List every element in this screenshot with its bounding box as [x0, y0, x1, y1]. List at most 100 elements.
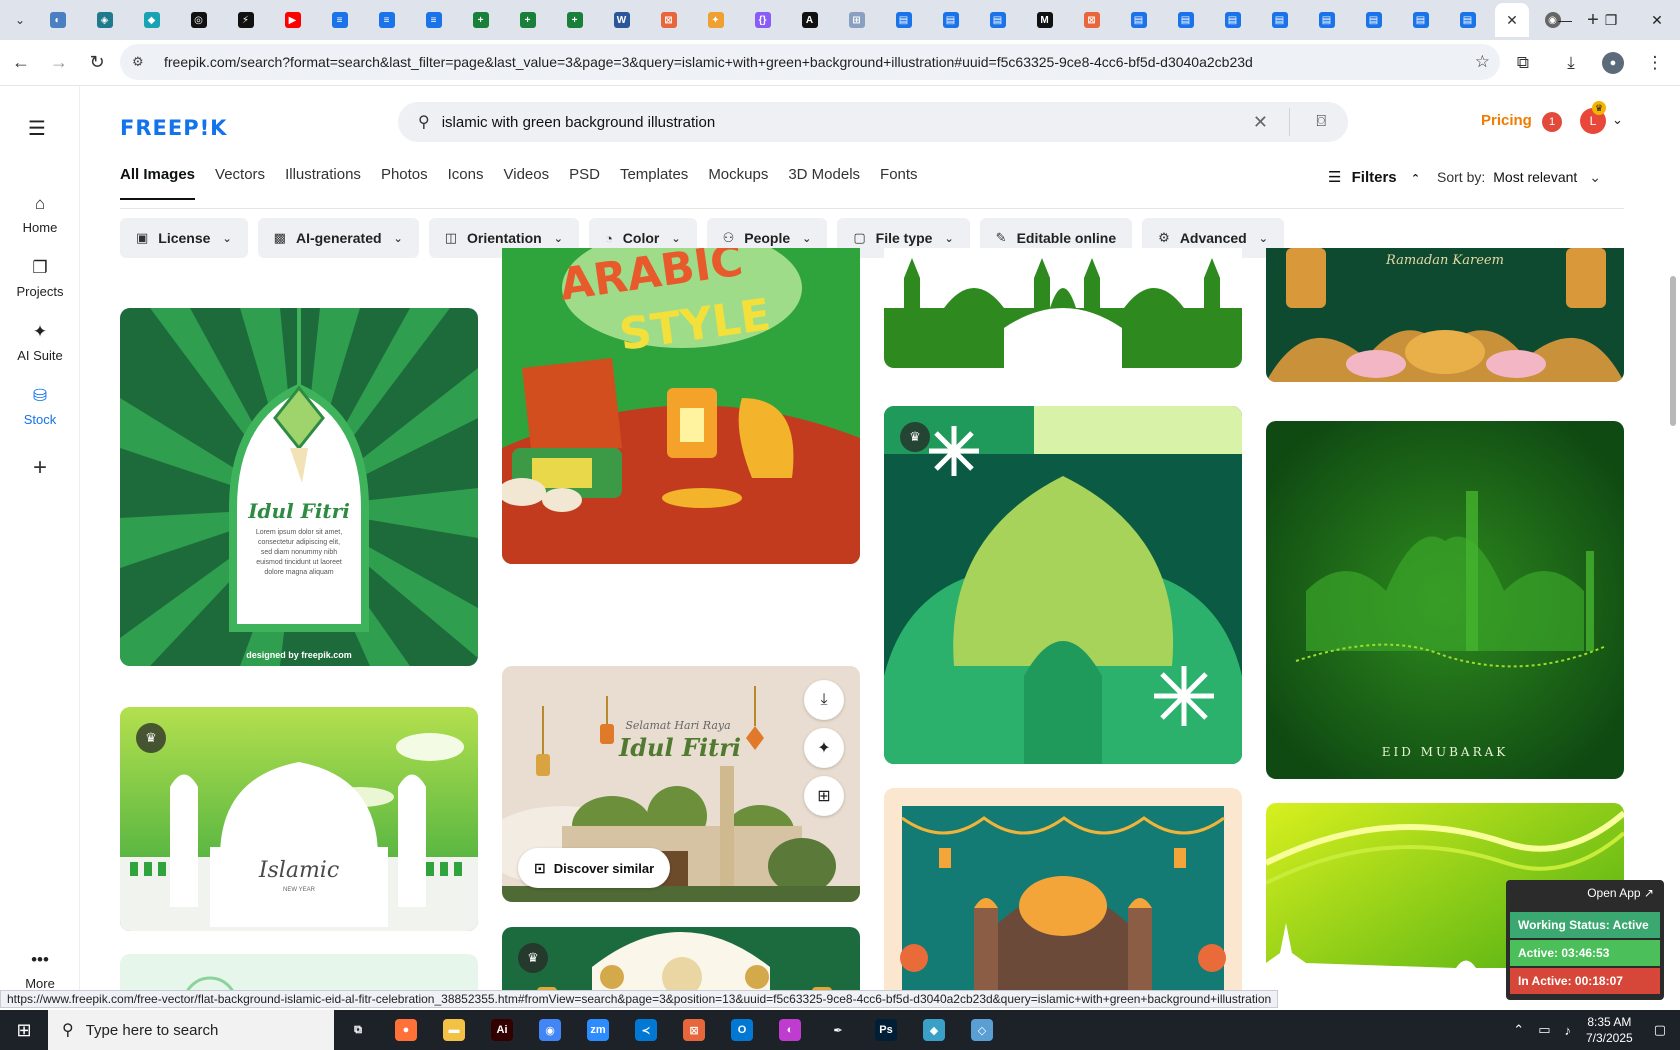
freepik-logo[interactable]: FREEP!K [120, 116, 227, 140]
tab-photos[interactable]: Photos [381, 166, 428, 200]
browser-tab[interactable]: ◈ [81, 3, 128, 37]
discover-similar-button[interactable]: ⊡ Discover similar [518, 848, 671, 888]
task-view-taskbar-button[interactable]: ⧉ [334, 1010, 382, 1050]
notification-icon[interactable]: ▢ [1654, 1022, 1666, 1038]
browser-tab[interactable]: ✦ [692, 3, 739, 37]
extensions-icon[interactable]: ⧉ [1506, 46, 1540, 80]
windows-start-icon[interactable]: ⊞ [0, 1010, 48, 1050]
image-card-mosque-silhouette[interactable] [884, 248, 1242, 368]
clock[interactable]: 8:35 AM 7/3/2025 [1586, 1014, 1633, 1046]
profile-avatar[interactable]: ● [1602, 52, 1624, 74]
browser-tab[interactable]: ◐ [34, 3, 81, 37]
browser-tab[interactable]: ▤ [974, 3, 1021, 37]
camera-icon[interactable]: ⌼ [1316, 113, 1326, 131]
browser-tab[interactable]: + [551, 3, 598, 37]
browser-tab[interactable]: ⊠ [1068, 3, 1115, 37]
minimize-button[interactable]: — [1542, 0, 1588, 40]
browser-tab[interactable]: W [598, 3, 645, 37]
browser-tab[interactable]: M [1021, 3, 1068, 37]
download-icon[interactable]: ⤓ [1554, 46, 1588, 80]
tab-vectors[interactable]: Vectors [215, 166, 265, 200]
chevron-down-icon[interactable]: ⌄ [1612, 112, 1623, 128]
browser-menu-icon[interactable]: ⋮ [1638, 46, 1672, 80]
photoshop-taskbar-button[interactable]: Ps [862, 1010, 910, 1050]
chevron-up-icon[interactable]: ⌃ [1513, 1022, 1524, 1038]
tab-illustrations[interactable]: Illustrations [285, 166, 361, 200]
image-card-eid-mubarak[interactable]: EID MUBARAK [1266, 421, 1624, 779]
image-card-idul-fitri-rays[interactable]: Idul Fitri Lorem ipsum dolor sit amet, c… [120, 308, 478, 666]
image-card-arabic-style[interactable]: ARABIC STYLE [502, 248, 860, 564]
open-app-link[interactable]: Open App ↗ [1587, 886, 1654, 900]
filter-license[interactable]: ▣ License ⌄ [120, 218, 248, 258]
browser-tab[interactable]: ≡ [363, 3, 410, 37]
page-scrollbar[interactable] [1668, 86, 1678, 1006]
browser-tab[interactable]: ▤ [1350, 3, 1397, 37]
tab-templates[interactable]: Templates [620, 166, 688, 200]
sort-dropdown[interactable]: Sort by: Most relevant ⌄ [1437, 169, 1601, 186]
bookmark-star-icon[interactable]: ☆ [1475, 52, 1490, 72]
outlook-taskbar-button[interactable]: O [718, 1010, 766, 1050]
browser-tab[interactable]: {} [739, 3, 786, 37]
app-taskbar-button[interactable]: ◇ [958, 1010, 1006, 1050]
sidebar-item-projects[interactable]: ❐ Projects [0, 258, 80, 299]
illustrator-taskbar-button[interactable]: Ai [478, 1010, 526, 1050]
site-info-icon[interactable]: ⚙ [132, 54, 154, 70]
tab-icons[interactable]: Icons [448, 166, 484, 200]
back-button[interactable]: ← [4, 46, 38, 80]
tab-mockups[interactable]: Mockups [708, 166, 768, 200]
image-card-islamic-new-year[interactable]: Islamic NEW YEAR ♛ [120, 707, 478, 931]
clear-search-icon[interactable]: ✕ [1253, 112, 1268, 133]
tab-search-button[interactable]: ⌄ [6, 6, 34, 34]
file-explorer-taskbar-button[interactable]: ▬ [430, 1010, 478, 1050]
tab-videos[interactable]: Videos [504, 166, 550, 200]
browser-tab[interactable]: ▤ [1162, 3, 1209, 37]
tab-all-images[interactable]: All Images [120, 166, 196, 200]
scrollbar-thumb[interactable] [1670, 276, 1676, 426]
url-field[interactable]: ⚙ freepik.com/search?format=search&last_… [120, 44, 1500, 80]
browser-tab[interactable]: ▤ [880, 3, 927, 37]
image-card-mosque-frame[interactable] [884, 788, 1242, 1006]
app-taskbar-button[interactable]: ◐ [766, 1010, 814, 1050]
firefox-taskbar-button[interactable]: ● [382, 1010, 430, 1050]
notification-badge[interactable]: 1 [1542, 112, 1562, 132]
tab-psd[interactable]: PSD [569, 166, 600, 200]
browser-tab[interactable]: ▶ [269, 3, 316, 37]
browser-tab[interactable]: ▤ [927, 3, 974, 37]
browser-tab[interactable]: ≡ [410, 3, 457, 37]
browser-tab[interactable]: ⊠ [645, 3, 692, 37]
browser-tab[interactable]: + [504, 3, 551, 37]
browser-tab[interactable]: ▤ [1115, 3, 1162, 37]
browser-tab[interactable]: ▤ [1209, 3, 1256, 37]
image-card-green-dome[interactable]: ♛ [884, 406, 1242, 764]
sidebar-item-more[interactable]: ••• More [0, 950, 80, 991]
browser-tab[interactable]: ▤ [1397, 3, 1444, 37]
forward-button[interactable]: → [42, 46, 76, 80]
browser-tab[interactable]: ◆ [128, 3, 175, 37]
image-card-idul-fitri-mosque[interactable]: Selamat Hari Raya Idul Fitri ⤓ ✦ ⊞ ⊡ Dis… [502, 666, 860, 902]
pricing-link[interactable]: Pricing [1481, 112, 1532, 129]
browser-tab[interactable]: ▤ [1444, 3, 1491, 37]
maximize-button[interactable]: ❐ [1588, 0, 1634, 40]
volume-icon[interactable]: ♪ [1564, 1023, 1571, 1038]
chrome-taskbar-button[interactable]: ◉ [526, 1010, 574, 1050]
browser-tab[interactable]: A [786, 3, 833, 37]
zoom-taskbar-button[interactable]: zm [574, 1010, 622, 1050]
ai-edit-icon[interactable]: ✦ [804, 728, 844, 768]
save-to-folder-icon[interactable]: ⊞ [804, 776, 844, 816]
app-taskbar-button[interactable]: ◆ [910, 1010, 958, 1050]
pen-taskbar-button[interactable]: ✒ [814, 1010, 862, 1050]
download-icon[interactable]: ⤓ [804, 680, 844, 720]
browser-tab[interactable]: + [457, 3, 504, 37]
tab-3d-models[interactable]: 3D Models [788, 166, 860, 200]
active-tab-close-button[interactable]: ✕ [1495, 3, 1529, 37]
reload-button[interactable]: ↻ [80, 46, 114, 80]
search-input[interactable] [441, 113, 1202, 131]
vscode-taskbar-button[interactable]: ≺ [622, 1010, 670, 1050]
browser-tab[interactable]: ◎ [175, 3, 222, 37]
close-window-button[interactable]: ✕ [1634, 0, 1680, 40]
browser-tab[interactable]: ▤ [1303, 3, 1350, 37]
browser-tab[interactable]: ≡ [316, 3, 363, 37]
filters-button[interactable]: ☰ Filters ⌃ [1328, 168, 1420, 186]
app-taskbar-button[interactable]: ⊠ [670, 1010, 718, 1050]
sidebar-item-ai-suite[interactable]: ✦ AI Suite [0, 322, 80, 363]
